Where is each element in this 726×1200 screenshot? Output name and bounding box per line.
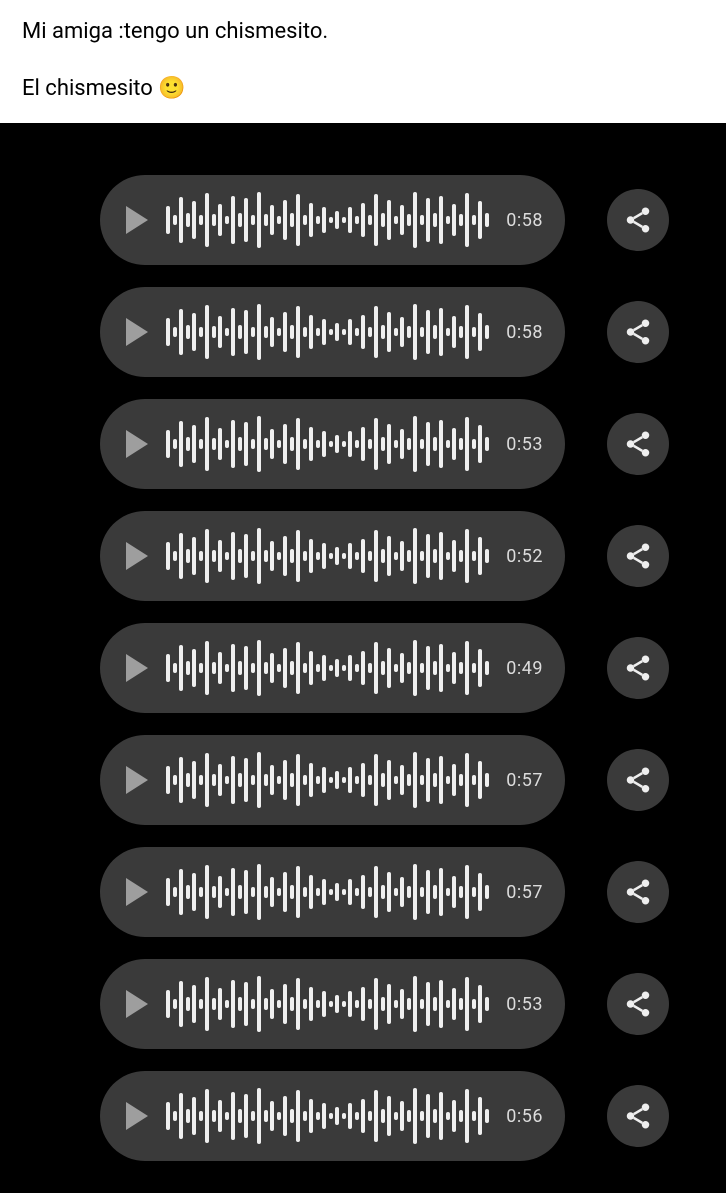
share-icon: [623, 877, 653, 907]
share-icon: [623, 317, 653, 347]
share-button[interactable]: [607, 1085, 669, 1147]
share-icon: [623, 429, 653, 459]
audio-row: 0:53: [0, 959, 726, 1049]
waveform[interactable]: [166, 416, 492, 472]
audio-message[interactable]: 0:53: [100, 959, 565, 1049]
play-icon[interactable]: [126, 430, 148, 458]
audio-row: 0:58: [0, 287, 726, 377]
duration-label: 0:49: [506, 658, 543, 679]
waveform[interactable]: [166, 192, 492, 248]
audio-message[interactable]: 0:49: [100, 623, 565, 713]
share-button[interactable]: [607, 413, 669, 475]
play-icon[interactable]: [126, 654, 148, 682]
play-icon[interactable]: [126, 878, 148, 906]
audio-row: 0:56: [0, 1071, 726, 1161]
audio-message[interactable]: 0:56: [100, 1071, 565, 1161]
play-icon[interactable]: [126, 542, 148, 570]
caption-line-1: Mi amiga :tengo un chismesito.: [22, 18, 704, 47]
audio-row: 0:57: [0, 847, 726, 937]
share-icon: [623, 989, 653, 1019]
waveform[interactable]: [166, 976, 492, 1032]
share-icon: [623, 541, 653, 571]
duration-label: 0:57: [506, 882, 543, 903]
share-button[interactable]: [607, 525, 669, 587]
audio-message[interactable]: 0:53: [100, 399, 565, 489]
audio-row: 0:58: [0, 175, 726, 265]
share-icon: [623, 205, 653, 235]
audio-message[interactable]: 0:52: [100, 511, 565, 601]
audio-row: 0:57: [0, 735, 726, 825]
share-button[interactable]: [607, 189, 669, 251]
duration-label: 0:58: [506, 210, 543, 231]
share-button[interactable]: [607, 637, 669, 699]
share-button[interactable]: [607, 301, 669, 363]
share-icon: [623, 653, 653, 683]
audio-row: 0:52: [0, 511, 726, 601]
play-icon[interactable]: [126, 990, 148, 1018]
waveform[interactable]: [166, 640, 492, 696]
waveform[interactable]: [166, 304, 492, 360]
duration-label: 0:57: [506, 770, 543, 791]
share-icon: [623, 765, 653, 795]
share-icon: [623, 1101, 653, 1131]
play-icon[interactable]: [126, 766, 148, 794]
waveform[interactable]: [166, 864, 492, 920]
play-icon[interactable]: [126, 206, 148, 234]
duration-label: 0:53: [506, 994, 543, 1015]
play-icon[interactable]: [126, 1102, 148, 1130]
audio-message[interactable]: 0:58: [100, 175, 565, 265]
smile-emoji: 🙂: [158, 76, 185, 101]
audio-row: 0:49: [0, 623, 726, 713]
audio-message[interactable]: 0:58: [100, 287, 565, 377]
caption-line-2-text: El chismesito: [22, 76, 158, 101]
duration-label: 0:52: [506, 546, 543, 567]
caption-block: Mi amiga :tengo un chismesito. El chisme…: [0, 0, 726, 123]
duration-label: 0:53: [506, 434, 543, 455]
waveform[interactable]: [166, 1088, 492, 1144]
audio-list: 0:58 0:58 0:53 0:52 0:49 0:57 0:57 0:53 0:56: [0, 123, 726, 1193]
duration-label: 0:56: [506, 1106, 543, 1127]
audio-row: 0:53: [0, 399, 726, 489]
caption-line-2: El chismesito 🙂: [22, 75, 704, 104]
share-button[interactable]: [607, 749, 669, 811]
audio-message[interactable]: 0:57: [100, 847, 565, 937]
waveform[interactable]: [166, 528, 492, 584]
waveform[interactable]: [166, 752, 492, 808]
play-icon[interactable]: [126, 318, 148, 346]
share-button[interactable]: [607, 861, 669, 923]
share-button[interactable]: [607, 973, 669, 1035]
duration-label: 0:58: [506, 322, 543, 343]
audio-message[interactable]: 0:57: [100, 735, 565, 825]
